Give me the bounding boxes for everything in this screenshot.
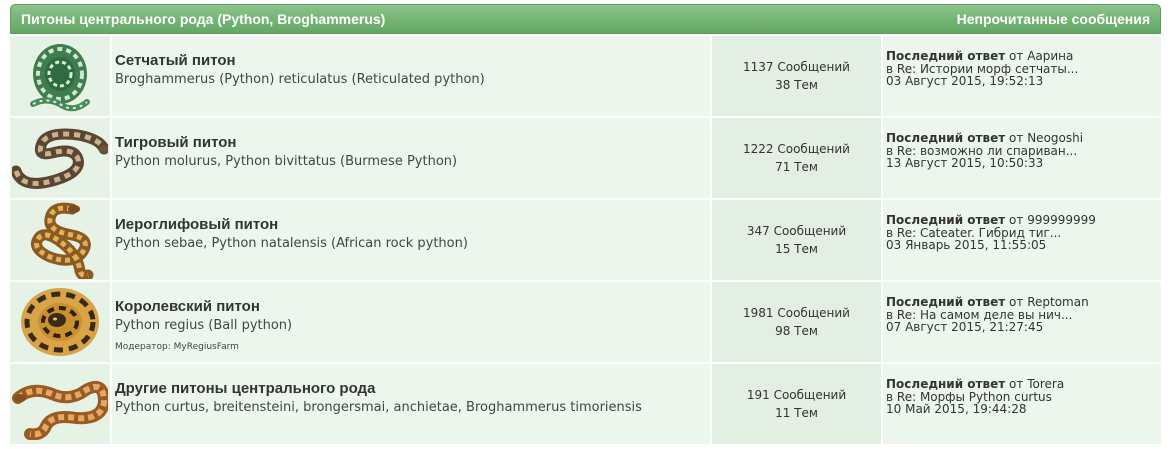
forum-title[interactable]: Королевский питон bbox=[115, 298, 710, 315]
topic-count: 15 Тем bbox=[775, 242, 818, 256]
forum-description: Python sebae, Python natalensis (African… bbox=[115, 236, 468, 251]
topic-count: 98 Тем bbox=[775, 324, 818, 338]
forum-stats: 191 Сообщений 11 Тем bbox=[712, 364, 883, 444]
forum-info: Тигровый питон Python molurus, Python bi… bbox=[112, 118, 712, 198]
forum-stats: 347 Сообщений 15 Тем bbox=[712, 200, 883, 280]
topic-count: 11 Тем bbox=[775, 406, 818, 420]
category-header: Питоны центрального рода (Python, Brogha… bbox=[10, 4, 1161, 34]
forum-row: Другие питоны центрального рода Python c… bbox=[10, 364, 1161, 444]
green-coiled-python-icon[interactable] bbox=[23, 38, 97, 114]
ball-python-icon[interactable] bbox=[17, 284, 103, 360]
forum-icon-cell bbox=[10, 364, 112, 444]
tiger-python-icon[interactable] bbox=[12, 123, 108, 193]
forum-info: Королевский питон Python regius (Ball py… bbox=[112, 282, 712, 362]
forum-stats: 1137 Сообщений 38 Тем bbox=[712, 36, 883, 116]
topic-count: 71 Тем bbox=[775, 160, 818, 174]
forum-category: Питоны центрального рода (Python, Brogha… bbox=[10, 4, 1161, 444]
forum-row: Тигровый питон Python molurus, Python bi… bbox=[10, 118, 1161, 198]
last-post-date: 10 Май 2015, 19:44:28 bbox=[886, 402, 1027, 416]
blood-python-icon[interactable] bbox=[12, 368, 108, 440]
post-count: 1981 Сообщений bbox=[743, 306, 850, 320]
last-post: Последний ответ от Neogoshi в Re: возмож… bbox=[883, 118, 1161, 198]
forum-description: Python molurus, Python bivittatus (Burme… bbox=[115, 154, 458, 169]
forum-icon-cell bbox=[10, 282, 112, 362]
last-post: Последний ответ от Аарина в Re: Истории … bbox=[883, 36, 1161, 116]
forum-description: Python curtus, breitensteini, brongersma… bbox=[115, 400, 642, 415]
post-count: 1137 Сообщений bbox=[743, 60, 850, 74]
last-post-date: 13 Август 2015, 10:50:33 bbox=[886, 156, 1044, 170]
category-title[interactable]: Питоны центрального рода (Python, Brogha… bbox=[21, 11, 385, 27]
forum-icon-cell bbox=[10, 36, 112, 116]
forum-row: Сетчатый питон Broghammerus (Python) ret… bbox=[10, 36, 1161, 116]
forum-description: Python regius (Ball python) bbox=[115, 318, 293, 333]
forum-row: Иероглифовый питон Python sebae, Python … bbox=[10, 200, 1161, 280]
forum-info: Иероглифовый питон Python sebae, Python … bbox=[112, 200, 712, 280]
last-post-date: 07 Август 2015, 21:27:45 bbox=[886, 320, 1044, 334]
moderator-label: Модератор: bbox=[115, 342, 171, 352]
forum-info: Сетчатый питон Broghammerus (Python) ret… bbox=[112, 36, 712, 116]
forum-icon-cell bbox=[10, 118, 112, 198]
moderator-link[interactable]: MyRegiusFarm bbox=[174, 342, 239, 352]
last-post: Последний ответ от Torera в Re: Морфы Py… bbox=[883, 364, 1161, 444]
forum-row: Королевский питон Python regius (Ball py… bbox=[10, 282, 1161, 362]
forum-stats: 1222 Сообщений 71 Тем bbox=[712, 118, 883, 198]
last-post-date: 03 Январь 2015, 11:55:05 bbox=[886, 238, 1047, 252]
forum-title[interactable]: Тигровый питон bbox=[115, 134, 710, 151]
forum-icon-cell bbox=[10, 200, 112, 280]
post-count: 347 Сообщений bbox=[746, 224, 847, 238]
moderator-line: Модератор: MyRegiusFarm bbox=[115, 342, 710, 352]
forum-description: Broghammerus (Python) reticulatus (Retic… bbox=[115, 72, 485, 87]
last-post: Последний ответ от 999999999 в Re: Catea… bbox=[883, 200, 1161, 280]
topic-count: 38 Тем bbox=[775, 78, 818, 92]
last-post-date: 03 Август 2015, 19:52:13 bbox=[886, 74, 1044, 88]
last-post: Последний ответ от Reptoman в Re: На сам… bbox=[883, 282, 1161, 362]
forum-title[interactable]: Сетчатый питон bbox=[115, 52, 710, 69]
forum-title[interactable]: Иероглифовый питон bbox=[115, 216, 710, 233]
forum-title[interactable]: Другие питоны центрального рода bbox=[115, 380, 710, 397]
post-count: 191 Сообщений bbox=[746, 388, 847, 402]
unread-messages-link[interactable]: Непрочитанные сообщения bbox=[957, 11, 1150, 27]
post-count: 1222 Сообщений bbox=[743, 142, 850, 156]
forum-info: Другие питоны центрального рода Python c… bbox=[112, 364, 712, 444]
rock-python-icon[interactable] bbox=[22, 201, 98, 279]
forum-stats: 1981 Сообщений 98 Тем bbox=[712, 282, 883, 362]
